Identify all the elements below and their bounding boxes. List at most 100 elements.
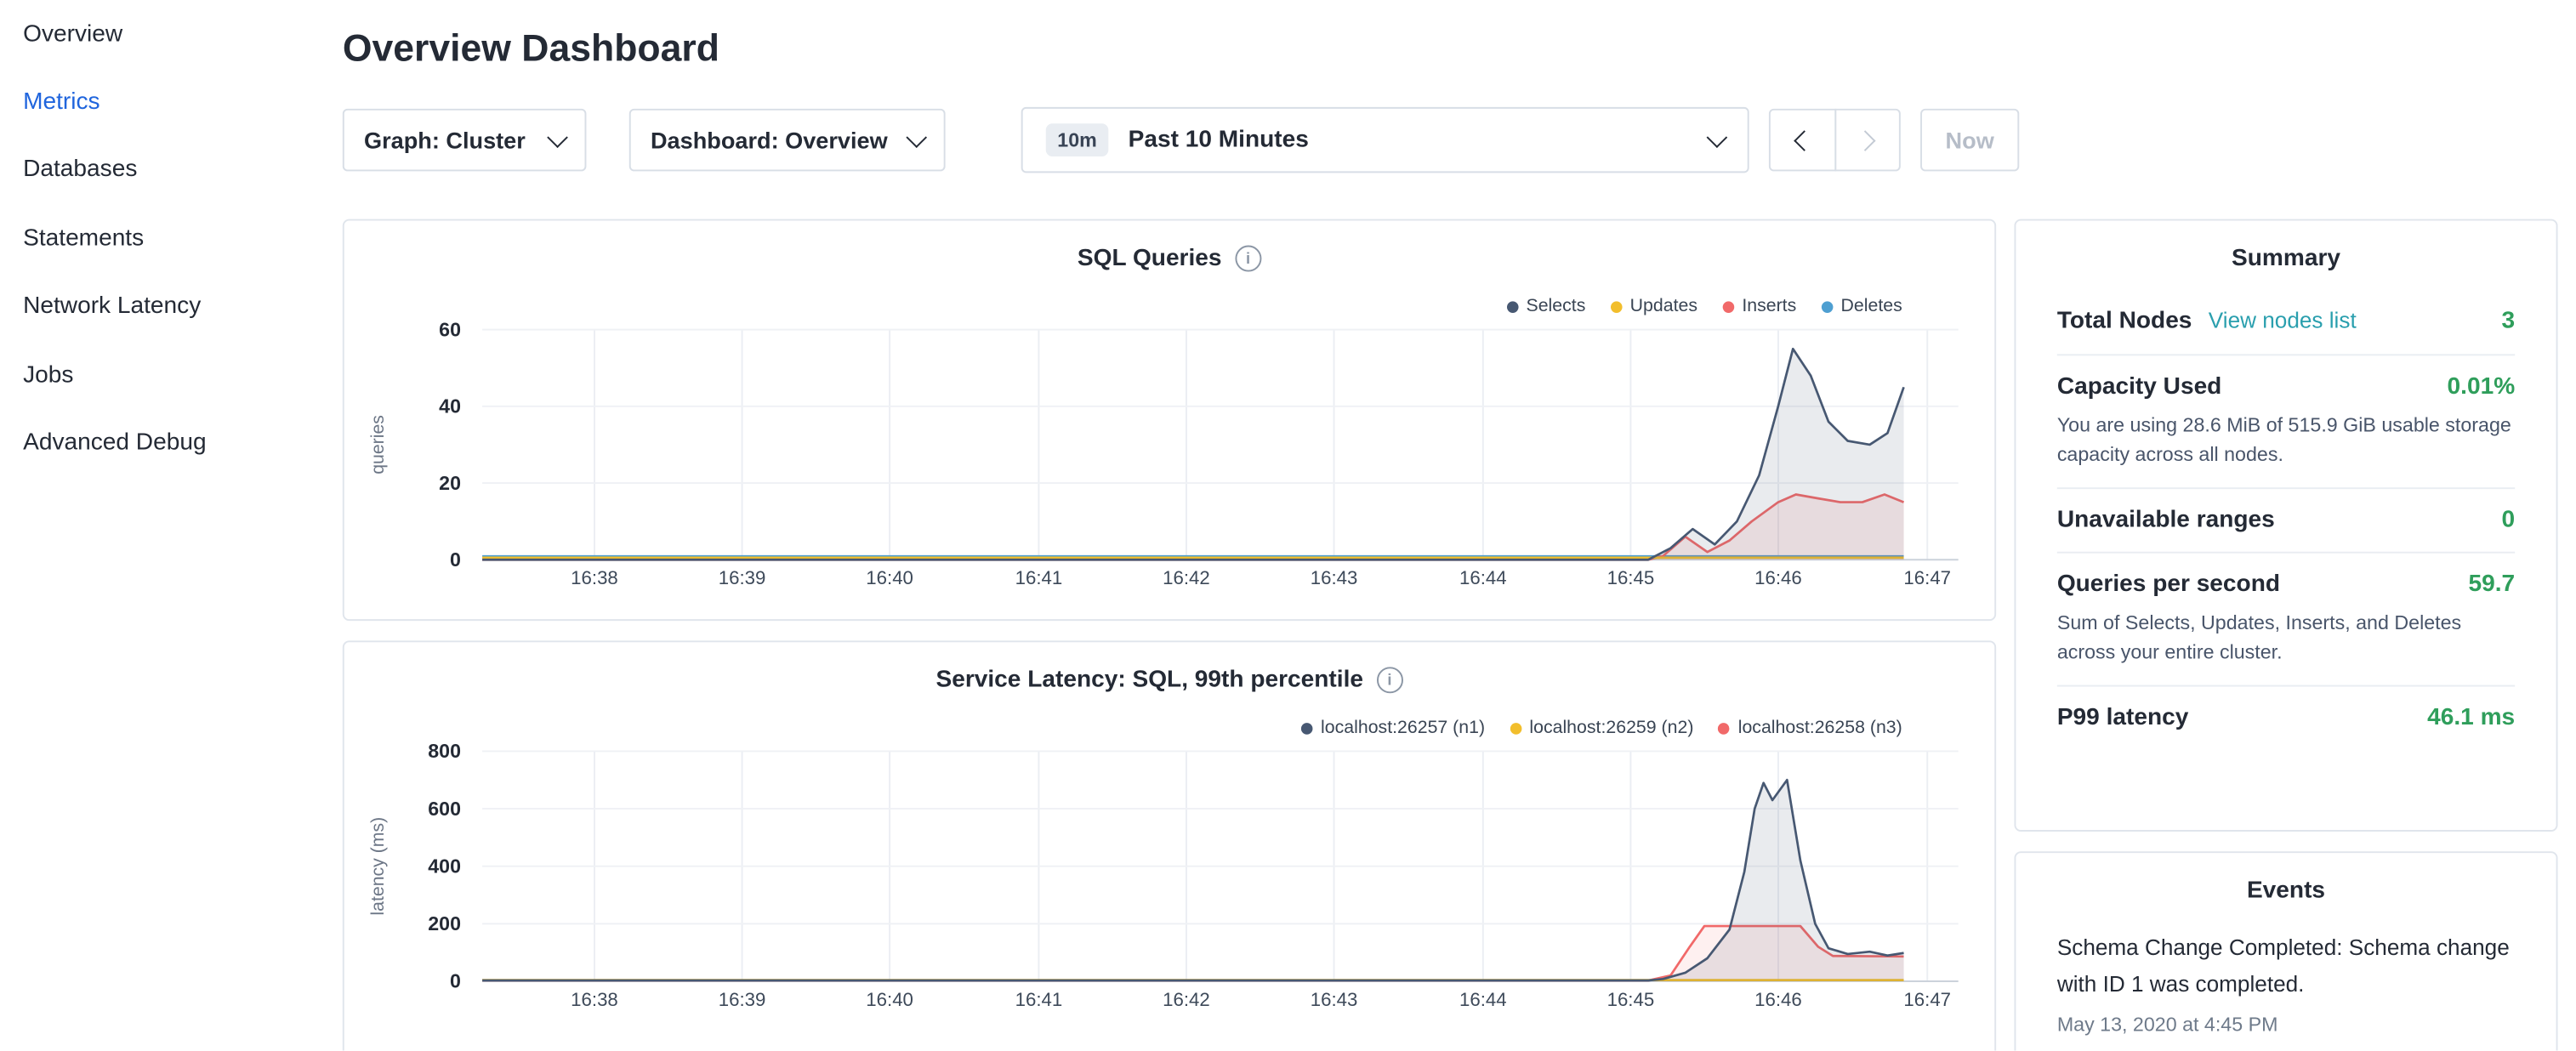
event-timestamp: May 13, 2020 at 4:45 PM bbox=[2057, 1013, 2515, 1036]
stat-value: 3 bbox=[2502, 308, 2516, 334]
svg-text:16:40: 16:40 bbox=[866, 989, 913, 1010]
chevron-right-icon bbox=[1854, 129, 1875, 151]
svg-text:16:45: 16:45 bbox=[1607, 567, 1655, 588]
svg-text:16:45: 16:45 bbox=[1607, 989, 1655, 1010]
legend-item-deletes[interactable]: Deletes bbox=[1821, 297, 1902, 316]
page-title: Overview Dashboard bbox=[343, 26, 719, 71]
svg-text:16:40: 16:40 bbox=[866, 567, 913, 588]
legend-label: Inserts bbox=[1742, 297, 1796, 316]
time-range-dropdown[interactable]: 10m Past 10 Minutes bbox=[1021, 107, 1749, 173]
stat-value: 46.1 ms bbox=[2427, 705, 2515, 731]
legend-dot bbox=[1510, 722, 1521, 734]
service-latency-chart[interactable]: 16:38 16:39 16:40 16:41 16:42 16:43 16:44 16:45… bbox=[344, 738, 1994, 1042]
legend-dot bbox=[1301, 722, 1313, 734]
stat-value: 59.7 bbox=[2469, 571, 2516, 598]
svg-text:16:44: 16:44 bbox=[1459, 567, 1507, 588]
time-step-button-group bbox=[1769, 109, 1901, 172]
graph-scope-dropdown[interactable]: Graph: Cluster bbox=[343, 109, 587, 172]
sidebar-item-advanced-debug[interactable]: Advanced Debug bbox=[0, 409, 329, 477]
sidebar-item-overview[interactable]: Overview bbox=[0, 0, 329, 68]
time-prev-button[interactable] bbox=[1769, 109, 1835, 172]
legend-label: Selects bbox=[1527, 297, 1586, 316]
legend-dot bbox=[1821, 300, 1833, 312]
graph-scope-label: Graph: Cluster bbox=[364, 127, 526, 153]
dashboard-dropdown[interactable]: Dashboard: Overview bbox=[629, 109, 946, 172]
svg-text:16:46: 16:46 bbox=[1754, 989, 1802, 1010]
legend-item-localhost-26258-n3[interactable]: localhost:26258 (n3) bbox=[1718, 718, 1902, 737]
stat-unavailable-ranges: Unavailable ranges 0 bbox=[2057, 489, 2515, 554]
time-range-label: Past 10 Minutes bbox=[1129, 127, 1710, 153]
sidebar-item-statements[interactable]: Statements bbox=[0, 204, 329, 272]
legend-item-inserts[interactable]: Inserts bbox=[1722, 297, 1796, 316]
svg-text:latency (ms): latency (ms) bbox=[367, 817, 388, 916]
svg-text:16:42: 16:42 bbox=[1163, 567, 1210, 588]
chart-legend: localhost:26257 (n1) localhost:26259 (n2)… bbox=[1301, 718, 1902, 737]
svg-text:16:38: 16:38 bbox=[571, 989, 618, 1010]
summary-panel: Summary Total Nodes View nodes list 3 Cap… bbox=[2014, 219, 2557, 832]
svg-text:16:43: 16:43 bbox=[1311, 567, 1358, 588]
svg-text:0: 0 bbox=[450, 970, 461, 992]
view-nodes-link[interactable]: View nodes list bbox=[2209, 308, 2357, 332]
event-message[interactable]: Schema Change Completed: Schema change w… bbox=[2057, 930, 2515, 1002]
chevron-down-icon bbox=[547, 127, 568, 148]
stat-label: Unavailable ranges bbox=[2057, 507, 2275, 533]
stat-p99-latency: P99 latency 46.1 ms bbox=[2057, 687, 2515, 750]
svg-text:16:47: 16:47 bbox=[1903, 567, 1951, 588]
stat-capacity-used: Capacity Used 0.01% You are using 28.6 M… bbox=[2057, 355, 2515, 489]
chevron-left-icon bbox=[1794, 129, 1816, 151]
svg-text:0: 0 bbox=[450, 548, 461, 571]
sidebar-item-network-latency[interactable]: Network Latency bbox=[0, 273, 329, 341]
info-icon[interactable]: i bbox=[1377, 667, 1403, 693]
legend-item-localhost-26257-n1[interactable]: localhost:26257 (n1) bbox=[1301, 718, 1485, 737]
legend-item-updates[interactable]: Updates bbox=[1610, 297, 1697, 316]
time-range-badge: 10m bbox=[1046, 123, 1109, 156]
summary-title: Summary bbox=[2016, 221, 2556, 288]
sidebar-item-databases[interactable]: Databases bbox=[0, 136, 329, 204]
svg-text:400: 400 bbox=[428, 855, 461, 877]
svg-text:16:38: 16:38 bbox=[571, 567, 618, 588]
now-button[interactable]: Now bbox=[1920, 109, 2019, 172]
info-icon[interactable]: i bbox=[1235, 246, 1261, 272]
chart-title: Service Latency: SQL, 99th percentile bbox=[935, 667, 1363, 693]
legend-dot bbox=[1722, 300, 1734, 312]
svg-text:16:44: 16:44 bbox=[1459, 989, 1507, 1010]
stat-label: P99 latency bbox=[2057, 705, 2189, 731]
svg-text:queries: queries bbox=[367, 415, 388, 474]
legend-dot bbox=[1718, 722, 1730, 734]
chart-title: SQL Queries bbox=[1078, 246, 1222, 272]
svg-text:16:39: 16:39 bbox=[719, 989, 766, 1010]
stat-queries-per-second: Queries per second 59.7 Sum of Selects, … bbox=[2057, 554, 2515, 687]
svg-text:16:43: 16:43 bbox=[1311, 989, 1358, 1010]
dashboard-label: Dashboard: Overview bbox=[651, 127, 888, 153]
svg-text:60: 60 bbox=[439, 318, 461, 340]
legend-label: localhost:26258 (n3) bbox=[1738, 718, 1902, 737]
legend-item-selects[interactable]: Selects bbox=[1506, 297, 1585, 316]
svg-text:16:41: 16:41 bbox=[1015, 567, 1063, 588]
chart-title-row: Service Latency: SQL, 99th percentile i bbox=[344, 667, 1994, 693]
legend-label: Updates bbox=[1630, 297, 1697, 316]
legend-item-localhost-26259-n2[interactable]: localhost:26259 (n2) bbox=[1510, 718, 1693, 737]
sidebar-nav: Overview Metrics Databases Statements Ne… bbox=[0, 0, 329, 477]
sql-queries-chart[interactable]: 16:38 16:39 16:40 16:41 16:42 16:43 16:44 16:45… bbox=[344, 316, 1994, 621]
svg-text:600: 600 bbox=[428, 798, 461, 820]
sql-queries-chart-card: SQL Queries i Selects Updates Inserts Delet… bbox=[343, 219, 1996, 622]
sidebar-item-jobs[interactable]: Jobs bbox=[0, 341, 329, 409]
svg-text:16:39: 16:39 bbox=[719, 567, 766, 588]
stat-total-nodes: Total Nodes View nodes list 3 bbox=[2057, 288, 2515, 355]
time-next-button[interactable] bbox=[1834, 109, 1900, 172]
svg-text:16:41: 16:41 bbox=[1015, 989, 1063, 1010]
svg-text:16:42: 16:42 bbox=[1163, 989, 1210, 1010]
legend-label: Deletes bbox=[1841, 297, 1902, 316]
svg-text:16:46: 16:46 bbox=[1754, 567, 1802, 588]
sidebar-item-metrics[interactable]: Metrics bbox=[0, 68, 329, 136]
svg-text:20: 20 bbox=[439, 472, 461, 494]
cockroachdb-console: Overview Metrics Databases Statements Ne… bbox=[0, 0, 2576, 1051]
stat-subtext: Sum of Selects, Updates, Inserts, and De… bbox=[2057, 608, 2515, 668]
legend-label: localhost:26257 (n1) bbox=[1321, 718, 1485, 737]
stat-subtext: You are using 28.6 MiB of 515.9 GiB usab… bbox=[2057, 410, 2515, 469]
stat-label: Capacity Used bbox=[2057, 374, 2222, 401]
events-panel: Events Schema Change Completed: Schema c… bbox=[2014, 851, 2557, 1050]
chart-legend: Selects Updates Inserts Deletes bbox=[1506, 297, 1902, 316]
events-title: Events bbox=[2016, 853, 2556, 920]
stat-label: Total Nodes bbox=[2057, 308, 2192, 334]
